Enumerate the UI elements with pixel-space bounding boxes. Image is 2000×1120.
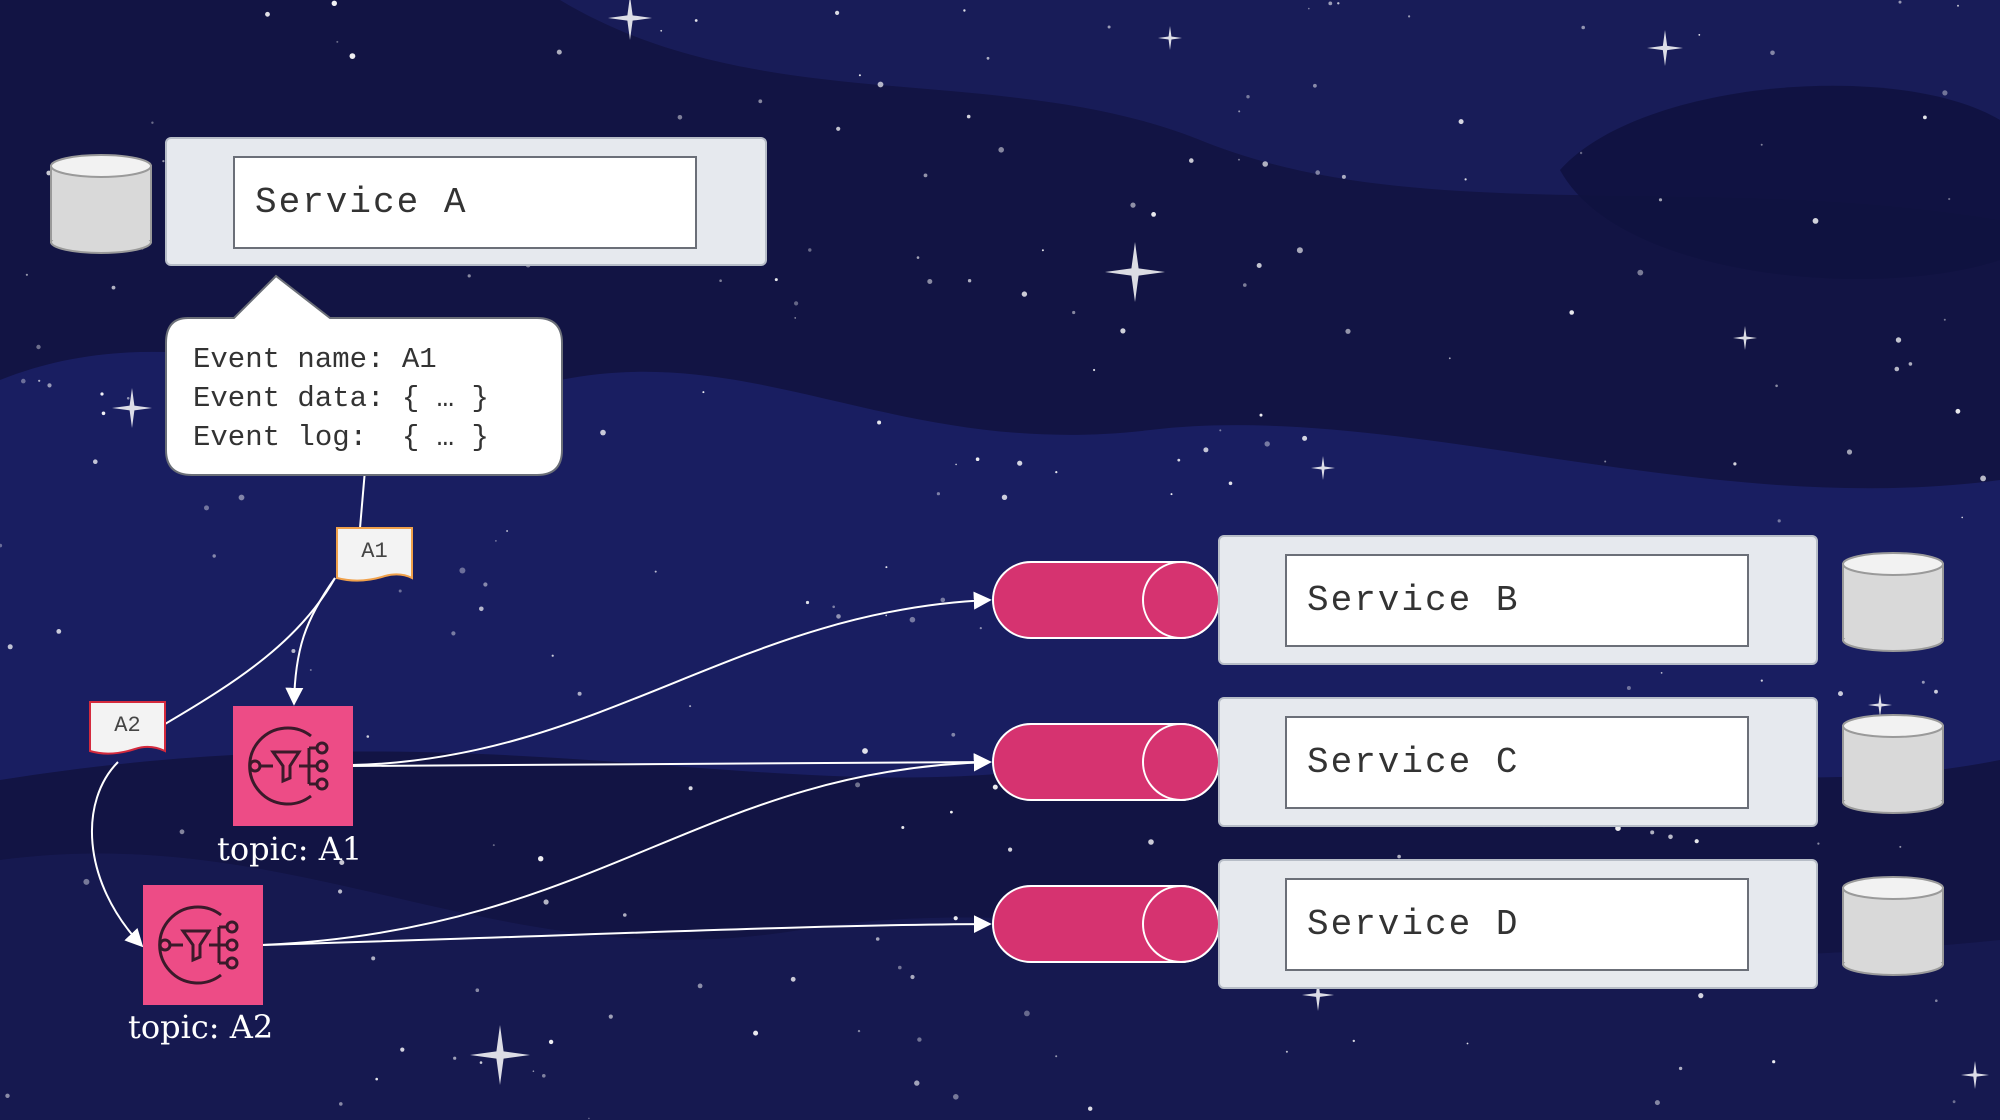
- topic-a1-label: topic: A1: [217, 830, 363, 868]
- database-cylinder-icon: [1842, 552, 1944, 652]
- service-a-panel: Service A: [165, 137, 767, 266]
- service-c-panel: Service C: [1218, 697, 1818, 827]
- event-log-line: Event log: { … }: [193, 421, 489, 454]
- queue-cylinder-icon: [992, 561, 1220, 639]
- service-d-label: Service D: [1285, 878, 1749, 971]
- service-d-panel: Service D: [1218, 859, 1818, 989]
- event-name-line: Event name: A1: [193, 343, 437, 376]
- database-cylinder-icon: [1842, 876, 1944, 976]
- service-b-panel: Service B: [1218, 535, 1818, 665]
- queue-cylinder-icon: [992, 885, 1220, 963]
- service-a-label: Service A: [233, 156, 697, 249]
- connector-topic-a1-to-queue-c: [351, 753, 992, 772]
- service-b-label: Service B: [1285, 554, 1749, 647]
- database-cylinder-icon: [1842, 714, 1944, 814]
- message-tag-a1-label: A1: [361, 539, 388, 564]
- sns-topic-icon: [143, 885, 263, 1005]
- event-data-line: Event data: { … }: [193, 382, 489, 415]
- service-c-label: Service C: [1285, 716, 1749, 809]
- database-cylinder-icon: [50, 154, 152, 254]
- message-tag-a2-label: A2: [114, 713, 141, 738]
- connector-a1-to-topic-a1: [285, 577, 336, 706]
- diagram-stage: Service A Event name: A1 Event data: { ……: [0, 0, 2000, 1120]
- queue-cylinder-icon: [992, 723, 1220, 801]
- connector-a1-to-a2: [164, 577, 336, 725]
- topic-a2-label: topic: A2: [128, 1008, 274, 1046]
- connector-a2-to-topic-a2: [91, 761, 144, 948]
- connector-topic-a2-to-queue-c: [261, 753, 992, 946]
- connector-topic-a1-to-queue-b: [351, 591, 992, 766]
- sns-topic-icon: [233, 706, 353, 826]
- connector-callout-to-a1: [359, 469, 366, 529]
